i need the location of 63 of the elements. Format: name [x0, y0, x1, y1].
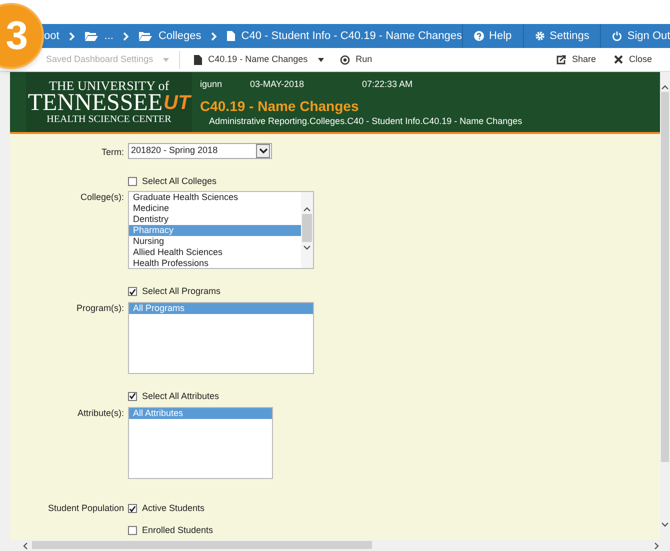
breadcrumb-link[interactable]: Colleges [139, 28, 202, 44]
toolbar-button[interactable]: Run [334, 52, 378, 66]
scroll-right-icon[interactable] [654, 542, 660, 550]
vertical-scrollbar[interactable] [660, 72, 670, 540]
horizontal-scrollbar[interactable] [0, 540, 670, 551]
power-icon [612, 31, 622, 41]
checkbox[interactable]: Select All Colleges [128, 174, 217, 188]
chevron-icon [123, 32, 130, 40]
toolbar-button[interactable]: Share [556, 52, 596, 66]
breadcrumb-link[interactable]: oot [44, 28, 60, 44]
toolbar-button[interactable]: C40.19 - Name Changes [188, 52, 330, 66]
field-label: Term: [102, 147, 124, 157]
scroll-up-icon[interactable] [661, 84, 669, 90]
chevron-icon [69, 32, 76, 40]
gear-icon [534, 31, 545, 41]
checkbox[interactable]: Select All Programs [128, 285, 221, 298]
scroll-down-icon[interactable] [661, 522, 669, 528]
university-logo: THE UNIVERSITY of TENNESSEEUT HEALTH SCIENCE CENTER [26, 72, 192, 132]
run-icon [340, 54, 350, 64]
field-label: Program(s): [76, 302, 124, 312]
scroll-left-icon[interactable] [22, 542, 28, 550]
user-name: igunn [200, 78, 224, 91]
checkmark-icon [129, 288, 136, 296]
checkbox[interactable]: Active Students [128, 502, 205, 516]
term-dropdown[interactable]: 201820 - Spring 2018 [128, 143, 272, 159]
file-icon [227, 31, 236, 41]
scrollbar-thumb[interactable] [661, 92, 669, 462]
caret-icon [163, 58, 170, 62]
field-label: Attribute(s): [77, 408, 124, 418]
breadcrumb-link[interactable]: ... [85, 28, 114, 44]
field-label: College(s): [80, 192, 124, 202]
checkmark-icon [129, 392, 136, 400]
list-option[interactable]: Allied Health Sciences [129, 247, 301, 258]
caret-icon [318, 58, 324, 62]
step-badge: 3 [0, 3, 44, 69]
share-icon [556, 54, 566, 64]
list-option[interactable]: Medicine [129, 203, 301, 214]
list-box[interactable]: Graduate Health Sciences Medicine Dentistry Pharmacy Nursing Allied Health Sciences Health Professions [128, 191, 314, 269]
list-option[interactable]: Graduate Health Sciences [129, 192, 301, 203]
field-label: Student Population [48, 503, 124, 513]
scroll-up-icon[interactable] [303, 206, 311, 212]
checkbox[interactable]: Select All Attributes [128, 390, 220, 403]
folder-icon [85, 31, 98, 41]
help-icon [474, 31, 484, 41]
report-path: Administrative Reporting.Colleges.C40 - Student Info.C40.19 - Name Changes [209, 114, 522, 128]
close-icon [614, 55, 623, 64]
list-option[interactable]: Health Professions [129, 258, 301, 268]
report-time: 07:22:33 AM [362, 78, 413, 91]
scrollbar-thumb[interactable] [302, 214, 312, 242]
list-option[interactable]: Dentistry [129, 214, 301, 225]
report-title: C40.19 - Name Changes [200, 98, 360, 114]
chevron-icon [211, 32, 218, 40]
toolbar-button[interactable]: Close [614, 52, 652, 66]
list-option[interactable]: Nursing [129, 236, 301, 247]
file-icon [194, 54, 202, 64]
checkmark-icon [129, 504, 136, 513]
breadcrumb-link[interactable]: C40 - Student Info - C40.19 - Name Changes [227, 28, 462, 44]
report-date: 03-MAY-2018 [250, 78, 306, 91]
scrollbar-thumb[interactable] [32, 541, 372, 549]
scroll-down-icon[interactable] [303, 245, 311, 251]
list-scrollbar[interactable] [301, 192, 313, 268]
folder-icon [139, 31, 152, 41]
checkbox[interactable]: Enrolled Students [128, 524, 214, 537]
